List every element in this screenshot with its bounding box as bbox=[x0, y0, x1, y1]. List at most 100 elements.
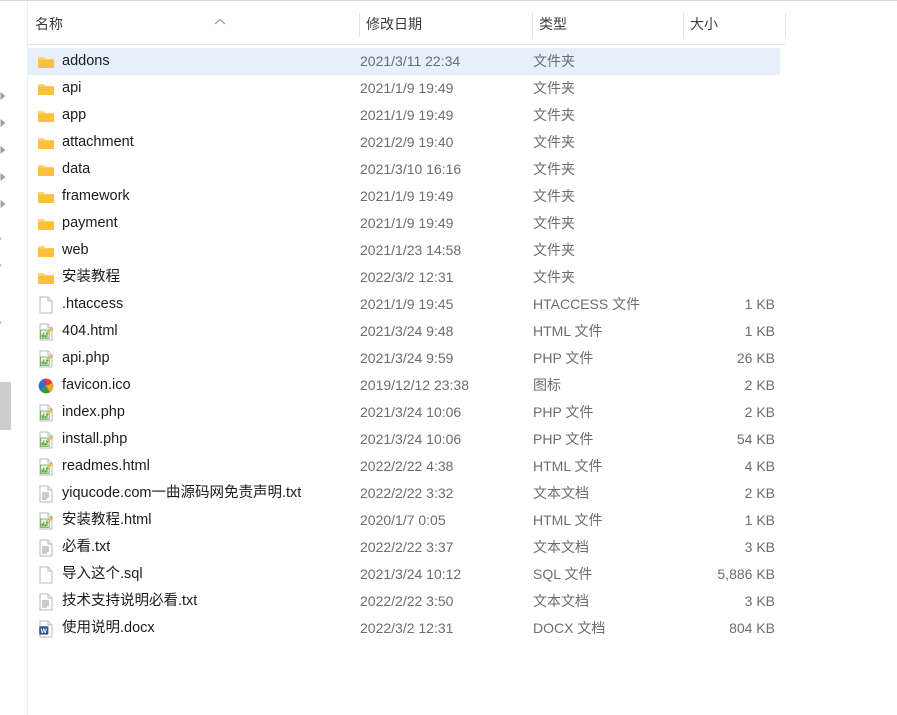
nav-tree-clipped-label[interactable]: • bbox=[0, 317, 2, 329]
file-list-row[interactable]: app 2021/1/9 19:49 文件夹 bbox=[28, 102, 780, 129]
file-list[interactable]: addons 2021/3/11 22:34 文件夹 api 2021/1/9 19:4… bbox=[28, 45, 897, 642]
column-header-type[interactable]: 类型 bbox=[532, 13, 567, 35]
file-list-row[interactable]: attachment 2021/2/9 19:40 文件夹 bbox=[28, 129, 780, 156]
folder-icon bbox=[37, 242, 55, 260]
html-file-icon bbox=[37, 404, 55, 422]
date-modified-cell: 2021/3/24 9:48 bbox=[360, 323, 454, 339]
file-list-row[interactable]: favicon.ico 2019/12/12 23:38 图标 2 KB bbox=[28, 372, 780, 399]
file-name-cell: 安装教程.html bbox=[62, 512, 152, 528]
file-list-row[interactable]: 技术支持说明必看.txt 2022/2/22 3:50 文本文档 3 KB bbox=[28, 588, 780, 615]
file-list-row[interactable]: framework 2021/1/9 19:49 文件夹 bbox=[28, 183, 780, 210]
file-list-row[interactable]: 导入这个.sql 2021/3/24 10:12 SQL 文件 5,886 KB bbox=[28, 561, 780, 588]
file-size-cell: 54 KB bbox=[736, 431, 775, 447]
nav-tree-expand-chevron[interactable] bbox=[0, 170, 10, 184]
svg-text:W: W bbox=[41, 628, 48, 635]
file-list-row[interactable]: .htaccess 2021/1/9 19:45 HTACCESS 文件 1 KB bbox=[28, 291, 780, 318]
file-size-cell: 2 KB bbox=[744, 404, 775, 420]
blank-file-icon bbox=[37, 296, 55, 314]
column-header-size[interactable]: 大小 bbox=[683, 13, 718, 35]
file-name-cell: 技术支持说明必看.txt bbox=[62, 593, 198, 609]
date-modified-cell: 2021/1/9 19:49 bbox=[360, 215, 454, 231]
blank-file-icon bbox=[37, 566, 55, 584]
date-modified-cell: 2021/2/9 19:40 bbox=[360, 134, 454, 150]
file-list-row[interactable]: install.php 2021/3/24 10:06 PHP 文件 54 KB bbox=[28, 426, 780, 453]
file-type-cell: 文件夹 bbox=[533, 134, 575, 150]
navigation-pane[interactable]: • • • bbox=[0, 1, 28, 715]
file-size-cell bbox=[628, 183, 775, 210]
file-size-cell: 3 KB bbox=[744, 539, 775, 555]
file-list-row[interactable]: payment 2021/1/9 19:49 文件夹 bbox=[28, 210, 780, 237]
file-size-cell bbox=[628, 48, 775, 75]
column-divider[interactable] bbox=[683, 13, 684, 37]
file-type-cell: HTML 文件 bbox=[533, 512, 603, 528]
html-file-icon bbox=[37, 431, 55, 449]
word-file-icon: W bbox=[37, 620, 55, 638]
column-divider[interactable] bbox=[785, 13, 786, 37]
file-list-row[interactable]: addons 2021/3/11 22:34 文件夹 bbox=[28, 48, 780, 75]
folder-icon bbox=[37, 188, 55, 206]
file-name-cell: 必看.txt bbox=[62, 539, 111, 555]
file-name-cell: index.php bbox=[62, 404, 125, 420]
file-explorer-window: • • • 名称 修改日期 类型 大小 addons 2021/3/11 22:34 文… bbox=[0, 0, 897, 715]
date-modified-cell: 2021/3/24 10:06 bbox=[360, 431, 462, 447]
file-type-cell: SQL 文件 bbox=[533, 566, 593, 582]
file-type-cell: PHP 文件 bbox=[533, 350, 594, 366]
nav-tree-clipped-label[interactable]: • bbox=[0, 260, 2, 272]
file-list-row[interactable]: readmes.html 2022/2/22 4:38 HTML 文件 4 KB bbox=[28, 453, 780, 480]
date-modified-cell: 2021/3/24 10:06 bbox=[360, 404, 462, 420]
html-file-icon bbox=[37, 350, 55, 368]
date-modified-cell: 2021/3/24 9:59 bbox=[360, 350, 454, 366]
date-modified-cell: 2021/3/24 10:12 bbox=[360, 566, 462, 582]
nav-scrollbar-thumb[interactable] bbox=[0, 382, 11, 430]
column-divider[interactable] bbox=[532, 13, 533, 37]
date-modified-cell: 2021/3/11 22:34 bbox=[360, 53, 461, 69]
file-type-cell: 文本文档 bbox=[533, 539, 589, 555]
file-name-cell: attachment bbox=[62, 134, 134, 150]
date-modified-cell: 2021/1/23 14:58 bbox=[360, 242, 462, 258]
file-size-cell bbox=[628, 102, 775, 129]
file-name-cell: .htaccess bbox=[62, 296, 124, 312]
file-list-row[interactable]: data 2021/3/10 16:16 文件夹 bbox=[28, 156, 780, 183]
file-size-cell bbox=[628, 156, 775, 183]
file-list-row[interactable]: 安装教程.html 2020/1/7 0:05 HTML 文件 1 KB bbox=[28, 507, 780, 534]
file-list-row[interactable]: api.php 2021/3/24 9:59 PHP 文件 26 KB bbox=[28, 345, 780, 372]
column-divider[interactable] bbox=[359, 13, 360, 37]
file-list-row[interactable]: index.php 2021/3/24 10:06 PHP 文件 2 KB bbox=[28, 399, 780, 426]
file-list-row[interactable]: yiqucode.com一曲源码网免责声明.txt 2022/2/22 3:32 文… bbox=[28, 480, 780, 507]
file-list-row[interactable]: W 使用说明.docx 2022/3/2 12:31 DOCX 文档 804 KB bbox=[28, 615, 780, 642]
date-modified-cell: 2022/2/22 3:50 bbox=[360, 593, 454, 609]
file-list-row[interactable]: 必看.txt 2022/2/22 3:37 文本文档 3 KB bbox=[28, 534, 780, 561]
nav-tree-expand-chevron[interactable] bbox=[0, 143, 10, 157]
file-name-cell: framework bbox=[62, 188, 130, 204]
file-name-cell: api bbox=[62, 80, 82, 96]
file-list-row[interactable]: 安装教程 2022/3/2 12:31 文件夹 bbox=[28, 264, 780, 291]
file-type-cell: 文本文档 bbox=[533, 593, 589, 609]
file-name-cell: api.php bbox=[62, 350, 110, 366]
file-list-row[interactable]: web 2021/1/23 14:58 文件夹 bbox=[28, 237, 780, 264]
file-size-cell: 2 KB bbox=[744, 485, 775, 501]
file-size-cell: 26 KB bbox=[736, 350, 775, 366]
nav-tree-expand-chevron[interactable] bbox=[0, 89, 10, 103]
date-modified-cell: 2021/1/9 19:49 bbox=[360, 188, 454, 204]
column-header-name[interactable]: 名称 bbox=[28, 13, 63, 35]
file-list-row[interactable]: api 2021/1/9 19:49 文件夹 bbox=[28, 75, 780, 102]
file-list-area[interactable]: 名称 修改日期 类型 大小 addons 2021/3/11 22:34 文件夹 ap… bbox=[28, 1, 897, 715]
column-header-date-modified[interactable]: 修改日期 bbox=[359, 13, 422, 35]
nav-tree-expand-chevron[interactable] bbox=[0, 116, 10, 130]
nav-tree-clipped-label[interactable]: • bbox=[0, 233, 2, 245]
folder-icon bbox=[37, 53, 55, 71]
html-file-icon bbox=[37, 323, 55, 341]
folder-icon bbox=[37, 80, 55, 98]
date-modified-cell: 2022/3/2 12:31 bbox=[360, 620, 454, 636]
file-name-cell: app bbox=[62, 107, 87, 123]
date-modified-cell: 2021/1/9 19:49 bbox=[360, 107, 454, 123]
file-list-row[interactable]: 404.html 2021/3/24 9:48 HTML 文件 1 KB bbox=[28, 318, 780, 345]
file-name-cell: 使用说明.docx bbox=[62, 620, 155, 636]
file-name-cell: payment bbox=[62, 215, 118, 231]
nav-tree-expand-chevron[interactable] bbox=[0, 197, 10, 211]
file-size-cell: 804 KB bbox=[729, 620, 775, 636]
file-size-cell: 2 KB bbox=[744, 377, 775, 393]
file-name-cell: yiqucode.com一曲源码网免责声明.txt bbox=[62, 485, 302, 501]
html-file-icon bbox=[37, 458, 55, 476]
file-name-cell: web bbox=[62, 242, 89, 258]
